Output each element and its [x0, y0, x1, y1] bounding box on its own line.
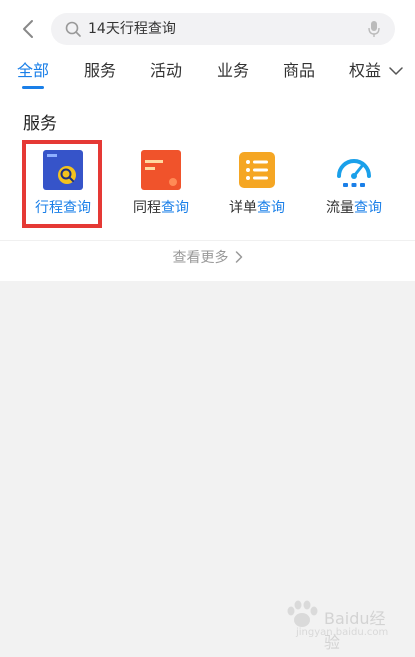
section-title: 服务 — [23, 114, 57, 134]
tab-all[interactable]: 全部 — [17, 58, 49, 84]
chevron-down-icon[interactable] — [389, 66, 403, 76]
divider — [0, 240, 415, 241]
category-tabs: 全部 服务 活动 业务 商品 权益 — [0, 58, 415, 90]
service-label: 同程查询 — [133, 200, 189, 216]
search-results-panel: 14天行程查询 全部 服务 活动 业务 商品 权益 服务 行程查询 同程查询 详… — [0, 0, 415, 281]
service-label: 详单查询 — [229, 200, 285, 216]
data-usage-gauge-icon — [337, 159, 371, 187]
microphone-icon[interactable] — [368, 20, 380, 38]
tab-goods[interactable]: 商品 — [283, 58, 315, 84]
watermark-url: jingyan.baidu.com — [296, 627, 389, 638]
view-more-label: 查看更多 — [172, 250, 229, 266]
search-query-text: 14天行程查询 — [88, 21, 176, 37]
tab-service[interactable]: 服务 — [84, 58, 116, 84]
bill-detail-icon — [239, 152, 275, 188]
service-label: 流量查询 — [326, 200, 382, 216]
tab-activity[interactable]: 活动 — [150, 58, 182, 84]
chevron-right-icon — [235, 251, 242, 263]
highlight-box — [22, 140, 102, 228]
back-button[interactable] — [17, 16, 39, 42]
search-icon — [65, 21, 81, 37]
active-tab-indicator — [22, 86, 44, 89]
same-trip-query-icon — [141, 150, 181, 190]
baidu-jingyan-watermark: Baidu经验 jingyan.baidu.com — [282, 597, 400, 652]
chevron-left-icon — [23, 20, 33, 38]
search-input[interactable]: 14天行程查询 — [51, 13, 395, 45]
tab-rights[interactable]: 权益 — [349, 58, 381, 84]
tab-business[interactable]: 业务 — [217, 58, 249, 84]
view-more-link[interactable]: 查看更多 — [0, 246, 415, 270]
